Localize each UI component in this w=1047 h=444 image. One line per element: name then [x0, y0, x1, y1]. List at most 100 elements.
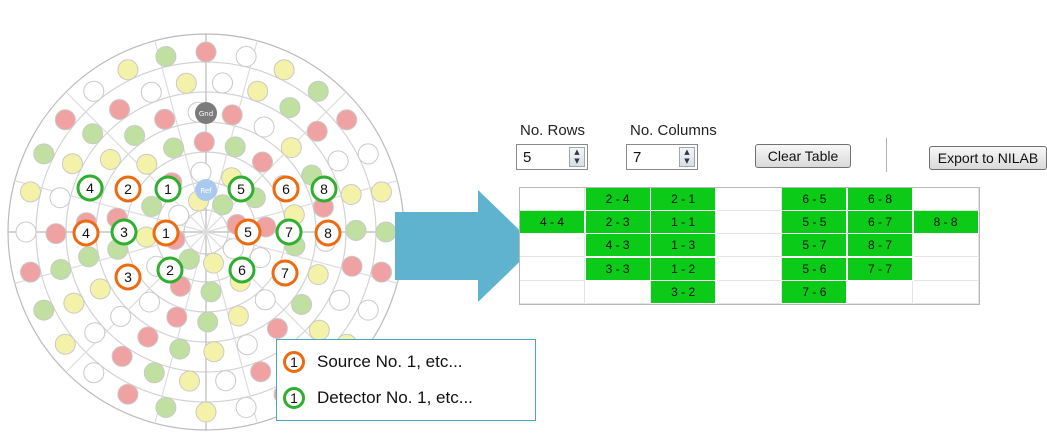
table-cell[interactable]: 4 - 3	[585, 234, 651, 258]
table-cell[interactable]	[585, 280, 651, 304]
legend-detector-text: Detector No. 1, etc...	[317, 388, 473, 407]
electrode-dot	[236, 334, 258, 356]
electrode-dot	[357, 299, 379, 321]
columns-value[interactable]: 7	[633, 149, 641, 166]
electrode-dot	[83, 362, 105, 384]
source-optode: 2	[114, 175, 142, 203]
down-arrow-icon[interactable]: ▼	[680, 157, 694, 166]
table-cell[interactable]: 8 - 7	[848, 234, 913, 258]
table-cell[interactable]: 5 - 6	[782, 257, 848, 281]
electrode-dot	[193, 131, 215, 153]
rows-spinner[interactable]: 5 ▲ ▼	[516, 144, 588, 170]
svg-text:4: 4	[82, 225, 90, 241]
up-arrow-icon[interactable]: ▲	[570, 148, 584, 157]
toolbar-divider	[886, 138, 887, 172]
table-cell[interactable]	[913, 234, 979, 258]
columns-stepper-arrows[interactable]: ▲ ▼	[679, 147, 695, 167]
svg-text:3: 3	[120, 224, 128, 240]
table-cell[interactable]: 7 - 6	[782, 280, 848, 304]
electrode-dot	[110, 305, 132, 327]
rows-value[interactable]: 5	[523, 149, 531, 166]
table-cell[interactable]	[913, 188, 979, 211]
table-cell[interactable]: 6 - 7	[848, 211, 913, 235]
electrode-dot	[195, 41, 217, 63]
table-cell[interactable]	[913, 257, 979, 281]
electrode-dot	[371, 181, 392, 203]
table-cell[interactable]: 1 - 3	[651, 234, 717, 258]
clear-table-button[interactable]: Clear Table	[755, 144, 851, 168]
export-nilab-button[interactable]: Export to NILAB	[929, 146, 1047, 170]
detector-optode: 3	[110, 218, 138, 246]
table-cell[interactable]: 4 - 4	[520, 211, 585, 235]
electrode-dot	[279, 97, 301, 119]
svg-text:5: 5	[237, 181, 245, 197]
table-cell[interactable]	[520, 257, 585, 281]
table-cell[interactable]	[848, 280, 913, 304]
electrode-dot	[139, 291, 160, 313]
channel-table[interactable]: 2 - 42 - 1 6 - 56 - 8 4 - 42 - 31 - 1 5 - 5…	[519, 187, 980, 305]
electrode-dot	[308, 319, 330, 341]
legend-detector-row: 1 Detector No. 1, etc...	[283, 387, 473, 409]
source-optode: 8	[314, 219, 342, 247]
electrode-dot	[227, 305, 249, 327]
columns-spinner[interactable]: 7 ▲ ▼	[626, 144, 698, 170]
table-cell[interactable]: 3 - 3	[585, 257, 651, 281]
electrode-dot	[33, 299, 55, 321]
electrode-dot	[109, 99, 130, 120]
electrode-dot	[155, 46, 177, 67]
table-cell[interactable]: 5 - 5	[782, 211, 848, 235]
electrode-dot	[307, 80, 329, 102]
electrode-dot	[266, 318, 288, 339]
electrode-dot	[89, 278, 111, 300]
detector-optode: 2	[156, 256, 184, 284]
table-cell[interactable]	[716, 257, 782, 281]
electrode-dot	[99, 149, 121, 170]
electrode-dot	[155, 397, 177, 418]
table-cell[interactable]: 5 - 7	[782, 234, 848, 258]
table-cell[interactable]	[716, 211, 782, 235]
electrode-dot	[50, 259, 72, 280]
table-cell[interactable]	[716, 234, 782, 258]
source-optode: 6	[272, 175, 300, 203]
svg-text:8: 8	[324, 225, 332, 241]
table-cell[interactable]	[716, 188, 782, 211]
table-cell[interactable]: 2 - 3	[585, 211, 651, 235]
table-cell[interactable]: 1 - 1	[651, 211, 717, 235]
svg-text:6: 6	[282, 181, 290, 197]
ground-label: Gnd	[199, 110, 213, 118]
table-cell[interactable]: 8 - 8	[913, 211, 979, 235]
rows-stepper-arrows[interactable]: ▲ ▼	[569, 147, 585, 167]
up-arrow-icon[interactable]: ▲	[680, 148, 694, 157]
electrode-dot	[54, 109, 76, 131]
electrode-dot	[307, 264, 329, 286]
electrode-dot	[200, 281, 222, 303]
table-cell[interactable]: 3 - 2	[651, 280, 717, 304]
electrode-dot	[117, 59, 139, 81]
svg-text:4: 4	[86, 180, 94, 196]
table-cell[interactable]	[520, 188, 585, 211]
reference-label: Ref	[200, 187, 212, 195]
electrode-dot	[235, 46, 257, 67]
table-cell[interactable]: 2 - 1	[651, 188, 717, 211]
table-cell[interactable]	[520, 234, 585, 258]
electrode-dot	[254, 289, 276, 311]
svg-text:2: 2	[124, 181, 132, 197]
table-cell[interactable]	[716, 280, 782, 304]
electrode-dot	[215, 370, 237, 392]
down-arrow-icon[interactable]: ▼	[570, 157, 584, 166]
table-cell[interactable]: 6 - 8	[848, 188, 913, 211]
electrode-dot	[169, 338, 191, 360]
electrode-dot	[252, 151, 273, 173]
svg-text:1: 1	[162, 225, 170, 241]
svg-text:7: 7	[281, 265, 289, 281]
electrode-dot	[140, 81, 162, 103]
source-optode: 1	[152, 219, 180, 247]
table-cell[interactable]: 6 - 5	[782, 188, 848, 211]
table-cell[interactable]: 1 - 2	[651, 257, 717, 281]
electrode-dot	[54, 333, 76, 355]
electrode-dot	[212, 194, 234, 216]
table-cell[interactable]: 7 - 7	[848, 257, 913, 281]
table-cell[interactable]: 2 - 4	[585, 188, 651, 211]
table-cell[interactable]	[913, 280, 979, 304]
table-cell[interactable]	[520, 280, 585, 304]
